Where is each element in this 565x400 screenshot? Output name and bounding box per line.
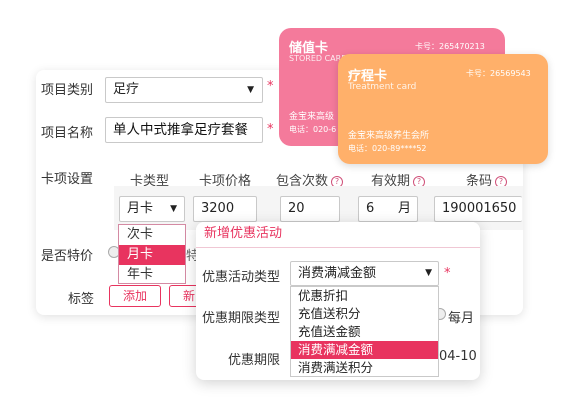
- activity-type-option-selected[interactable]: 消费满减金额: [291, 341, 438, 359]
- stored-card-number: 卡号：265470213: [415, 42, 485, 51]
- period-monthly-label: 每月: [448, 311, 475, 326]
- caret-down-icon: ▼: [170, 204, 177, 214]
- caret-down-icon: ▼: [425, 268, 432, 278]
- treatment-card-store: 金宝来高级养生会所: [348, 131, 430, 141]
- card-settings-label: 卡项设置: [41, 172, 94, 187]
- price-input[interactable]: 3200: [193, 196, 257, 222]
- add-tag-button[interactable]: 添加: [109, 285, 161, 307]
- validity-unit: 月: [397, 201, 411, 216]
- activity-type-option[interactable]: 优惠折扣: [291, 287, 438, 305]
- required-mark: *: [267, 122, 274, 137]
- period-type-label: 优惠期限类型: [202, 311, 281, 326]
- category-value: 足疗: [113, 82, 140, 97]
- card-type-value: 月卡: [127, 201, 154, 216]
- card-type-option[interactable]: 次卡: [119, 225, 185, 245]
- activity-type-option[interactable]: 充值送金额: [291, 323, 438, 341]
- required-mark: *: [267, 79, 274, 94]
- category-label: 项目类别: [41, 83, 94, 98]
- new-promotion-dialog: 新增优惠活动 优惠活动类型 消费满减金额 ▼ * 优惠期限类型 每月 优惠期限 …: [196, 222, 480, 380]
- period-date-value[interactable]: 04-10: [439, 349, 477, 364]
- treatment-card-number: 卡号：26569543: [466, 69, 531, 78]
- validity-input[interactable]: 6 月: [358, 196, 418, 222]
- promotion-dialog-title: 新增优惠活动: [196, 222, 480, 248]
- caret-down-icon: ▼: [247, 85, 254, 95]
- stored-card-store: 金宝来高级: [289, 112, 335, 122]
- category-select[interactable]: 足疗 ▼: [105, 77, 263, 103]
- card-type-option-selected[interactable]: 月卡: [119, 245, 185, 265]
- activity-type-label: 优惠活动类型: [202, 270, 281, 285]
- name-label: 项目名称: [41, 126, 94, 141]
- special-price-label: 是否特价: [41, 249, 94, 264]
- activity-type-select[interactable]: 消费满减金额 ▼: [290, 261, 439, 286]
- card-type-option[interactable]: 年卡: [119, 265, 185, 285]
- period-label: 优惠期限: [228, 353, 281, 368]
- treatment-card-phone: 电话：020-89****52: [348, 144, 427, 153]
- validity-number: 6: [366, 201, 375, 216]
- treatment-card: 疗程卡 Treatment card 卡号：26569543 金宝来高级养生会所…: [338, 54, 548, 164]
- activity-type-value: 消费满减金额: [298, 266, 377, 281]
- activity-type-option[interactable]: 消费满送积分: [291, 359, 438, 377]
- treatment-card-subtitle: Treatment card: [348, 82, 417, 92]
- activity-type-dropdown: 优惠折扣 充值送积分 充值送金额 消费满减金额 消费满送积分: [290, 286, 439, 377]
- card-type-dropdown: 次卡 月卡 年卡: [118, 224, 186, 284]
- name-input[interactable]: 单人中式推拿足疗套餐: [105, 117, 263, 143]
- required-mark: *: [444, 266, 451, 281]
- tags-label: 标签: [68, 292, 95, 307]
- stored-card-phone: 电话：020-6: [289, 125, 337, 134]
- times-input[interactable]: 20: [280, 196, 340, 222]
- card-type-select[interactable]: 月卡 ▼: [119, 196, 185, 222]
- barcode-input[interactable]: 190001650: [434, 196, 522, 222]
- activity-type-option[interactable]: 充值送积分: [291, 305, 438, 323]
